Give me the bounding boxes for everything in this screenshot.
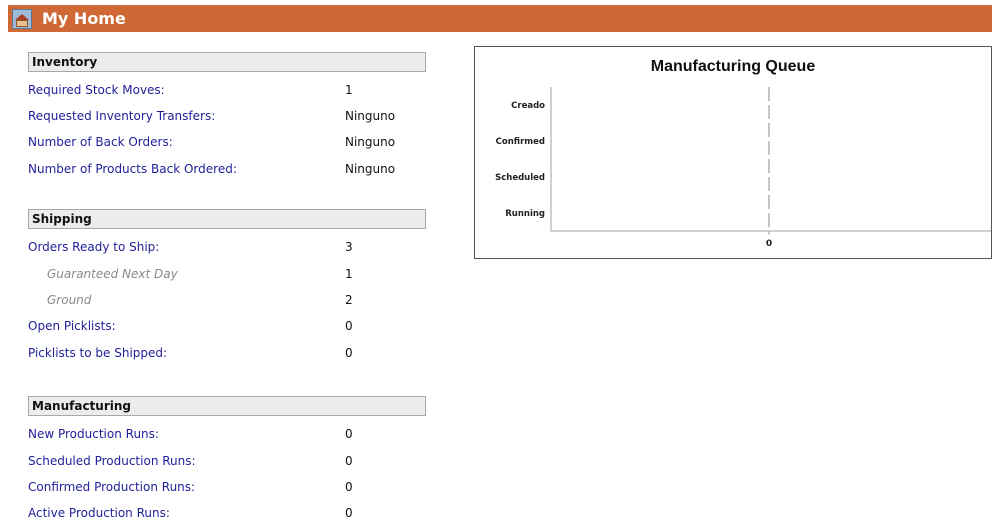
y-category-label: Running (505, 209, 545, 219)
manufacturing-row: Active Production Runs: 0 (28, 504, 428, 521)
ground-label: Ground (47, 293, 92, 307)
row-value: 3 (345, 240, 353, 254)
page-header: My Home (8, 5, 992, 32)
row-value: 2 (345, 293, 353, 307)
inventory-row: Requested Inventory Transfers: Ninguno (28, 107, 428, 125)
row-value: Ninguno (345, 109, 396, 123)
inventory-row: Required Stock Moves: 1 (28, 81, 428, 99)
row-value: Ninguno (345, 162, 396, 176)
row-value: 1 (345, 83, 353, 97)
row-value: 0 (345, 427, 353, 441)
shipping-row: Guaranteed Next Day 1 (28, 265, 428, 283)
manufacturing-section-header: Manufacturing (28, 396, 426, 416)
shipping-row: Open Picklists: 0 (28, 317, 428, 335)
home-picture-icon (12, 8, 32, 29)
y-category-label: Confirmed (496, 137, 545, 147)
shipping-row: Picklists to be Shipped: 0 (28, 344, 428, 362)
manufacturing-queue-chart: Manufacturing Queue 0 Creado Confirmed Sche… (474, 46, 992, 259)
row-value: 1 (345, 267, 353, 281)
guaranteed-next-day-label: Guaranteed Next Day (47, 267, 178, 281)
row-value: 0 (345, 480, 353, 494)
confirmed-production-runs-link[interactable]: Confirmed Production Runs: (28, 478, 195, 496)
row-value: 0 (345, 319, 353, 333)
row-value: Ninguno (345, 135, 396, 149)
inventory-row: Number of Back Orders: Ninguno (28, 133, 428, 151)
x-tick-label: 0 (766, 239, 772, 249)
orders-ready-to-ship-link[interactable]: Orders Ready to Ship: (28, 238, 159, 256)
manufacturing-row: Scheduled Production Runs: 0 (28, 452, 428, 470)
row-value: 0 (345, 454, 353, 468)
requested-inventory-transfers-link[interactable]: Requested Inventory Transfers: (28, 107, 215, 125)
shipping-section-header: Shipping (28, 209, 426, 229)
back-orders-link[interactable]: Number of Back Orders: (28, 133, 173, 151)
products-back-ordered-link[interactable]: Number of Products Back Ordered: (28, 160, 237, 178)
manufacturing-row: New Production Runs: 0 (28, 425, 428, 443)
row-value: 0 (345, 346, 353, 360)
page-title: My Home (42, 9, 126, 28)
row-value: 0 (345, 506, 353, 520)
y-category-label: Scheduled (495, 173, 545, 183)
y-category-label: Creado (511, 101, 545, 111)
manufacturing-row: Confirmed Production Runs: 0 (28, 478, 428, 496)
picklists-to-be-shipped-link[interactable]: Picklists to be Shipped: (28, 344, 167, 362)
new-production-runs-link[interactable]: New Production Runs: (28, 425, 159, 443)
active-production-runs-link[interactable]: Active Production Runs: (28, 504, 170, 521)
required-stock-moves-link[interactable]: Required Stock Moves: (28, 81, 165, 99)
open-picklists-link[interactable]: Open Picklists: (28, 317, 116, 335)
shipping-row: Orders Ready to Ship: 3 (28, 238, 428, 256)
inventory-section-header: Inventory (28, 52, 426, 72)
shipping-row: Ground 2 (28, 291, 428, 309)
chart-plot: 0 Creado Confirmed Scheduled Running (495, 87, 991, 249)
scheduled-production-runs-link[interactable]: Scheduled Production Runs: (28, 452, 196, 470)
inventory-row: Number of Products Back Ordered: Ninguno (28, 160, 428, 178)
